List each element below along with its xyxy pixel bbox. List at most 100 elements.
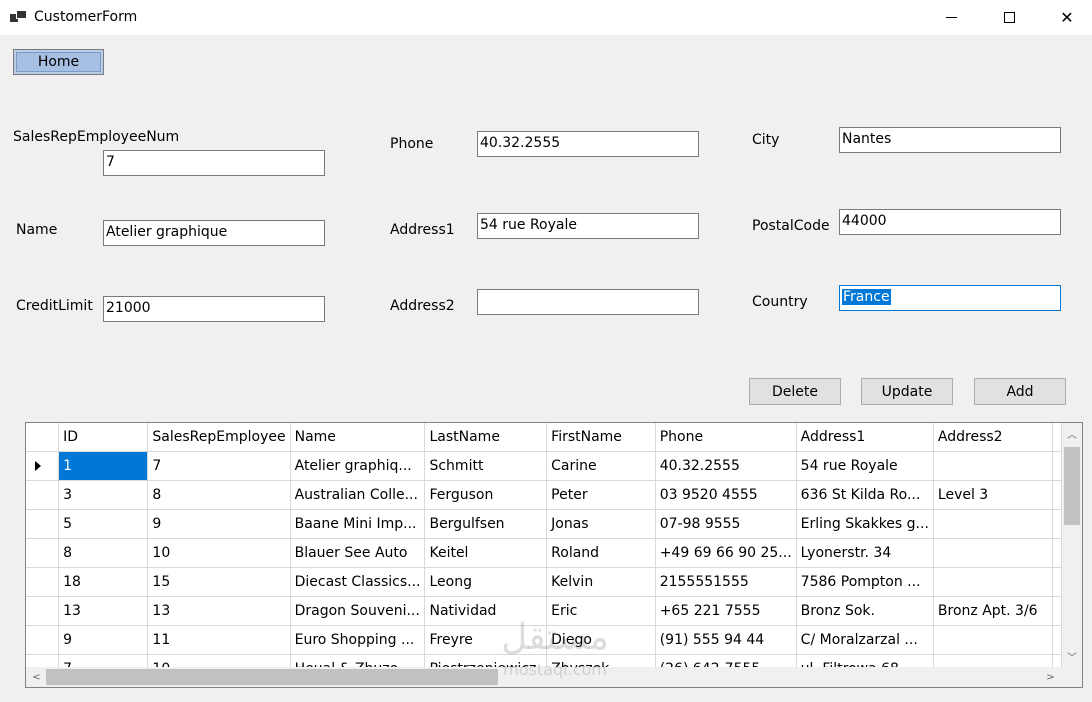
vertical-scroll-thumb[interactable] bbox=[1064, 447, 1080, 525]
name-field[interactable]: Atelier graphique bbox=[103, 220, 325, 246]
table-cell[interactable]: Diego bbox=[546, 625, 656, 655]
table-cell[interactable]: Baane Mini Imp... bbox=[290, 509, 426, 539]
table-cell[interactable]: 10 bbox=[147, 654, 291, 667]
column-header[interactable]: Address2 bbox=[933, 423, 1054, 452]
table-cell[interactable]: 8 bbox=[58, 538, 149, 568]
row-header[interactable] bbox=[26, 596, 60, 626]
scroll-right-icon[interactable]: > bbox=[1042, 667, 1059, 687]
country-field[interactable]: France bbox=[839, 285, 1061, 311]
table-cell[interactable] bbox=[933, 538, 1054, 568]
table-row[interactable]: 18 15 Diecast Classics... Leong Kelvin 215555… bbox=[26, 567, 1062, 597]
table-cell[interactable]: 8 bbox=[147, 480, 291, 510]
table-cell[interactable]: 3 bbox=[58, 480, 149, 510]
table-cell[interactable]: Atelier graphiq... bbox=[290, 451, 426, 481]
table-cell[interactable]: Diecast Classics... bbox=[290, 567, 426, 597]
vertical-scrollbar[interactable]: ︿ ﹀ bbox=[1062, 423, 1082, 667]
table-cell[interactable]: Lyonerstr. 34 bbox=[796, 538, 934, 568]
column-header[interactable]: Name bbox=[290, 423, 426, 452]
table-cell[interactable]: 9 bbox=[147, 509, 291, 539]
table-cell[interactable]: 636 St Kilda Ro... bbox=[796, 480, 934, 510]
table-cell[interactable]: 9 bbox=[58, 625, 149, 655]
column-header[interactable]: Address1 bbox=[796, 423, 934, 452]
table-cell[interactable]: Euro Shopping ... bbox=[290, 625, 426, 655]
phone-field[interactable]: 40.32.2555 bbox=[477, 131, 699, 157]
row-header[interactable] bbox=[26, 509, 60, 539]
table-cell[interactable]: Eric bbox=[546, 596, 656, 626]
address2-field[interactable] bbox=[477, 289, 699, 315]
table-cell[interactable]: 7 bbox=[58, 654, 149, 667]
table-cell[interactable]: C/ Moralzarzal ... bbox=[796, 625, 934, 655]
table-cell[interactable]: 2155551555 bbox=[655, 567, 797, 597]
table-cell[interactable]: Schmitt bbox=[424, 451, 548, 481]
table-cell[interactable]: 54 rue Royale bbox=[796, 451, 934, 481]
add-button[interactable]: Add bbox=[974, 378, 1066, 405]
table-cell[interactable] bbox=[933, 625, 1054, 655]
row-header[interactable] bbox=[26, 654, 60, 667]
customers-grid[interactable]: ID SalesRepEmployee Name LastName FirstName P… bbox=[25, 422, 1083, 688]
row-header[interactable] bbox=[26, 567, 60, 597]
home-button[interactable]: Home bbox=[13, 49, 104, 75]
table-cell[interactable]: Peter bbox=[546, 480, 656, 510]
table-cell[interactable]: 11 bbox=[147, 625, 291, 655]
scroll-down-icon[interactable]: ﹀ bbox=[1062, 648, 1082, 665]
update-button[interactable]: Update bbox=[861, 378, 953, 405]
sales-rep-field[interactable]: 7 bbox=[103, 150, 325, 176]
column-header[interactable]: SalesRepEmployee bbox=[147, 423, 291, 452]
table-cell[interactable]: Bergulfsen bbox=[424, 509, 548, 539]
table-cell[interactable]: Carine bbox=[546, 451, 656, 481]
horizontal-scroll-thumb[interactable] bbox=[46, 669, 498, 685]
table-cell[interactable]: Bronz Sok. bbox=[796, 596, 934, 626]
column-header[interactable]: LastName bbox=[424, 423, 548, 452]
scroll-up-icon[interactable]: ︿ bbox=[1062, 425, 1082, 442]
table-cell[interactable]: Zbyszek bbox=[546, 654, 656, 667]
postal-code-field[interactable]: 44000 bbox=[839, 209, 1061, 235]
row-header[interactable] bbox=[26, 625, 60, 655]
table-cell[interactable]: 1 bbox=[58, 451, 149, 481]
table-cell[interactable]: Keitel bbox=[424, 538, 548, 568]
row-header[interactable] bbox=[26, 538, 60, 568]
table-cell[interactable]: Roland bbox=[546, 538, 656, 568]
table-row[interactable]: 3 8 Australian Colle... Ferguson Peter 03 952… bbox=[26, 480, 1062, 510]
table-cell[interactable]: Piestrzeniewicz bbox=[424, 654, 548, 667]
table-cell[interactable]: Leong bbox=[424, 567, 548, 597]
table-cell[interactable]: +65 221 7555 bbox=[655, 596, 797, 626]
delete-button[interactable]: Delete bbox=[749, 378, 841, 405]
table-cell[interactable]: Jonas bbox=[546, 509, 656, 539]
table-row[interactable]: 1 7 Atelier graphiq... Schmitt Carine 40.32.2… bbox=[26, 451, 1062, 481]
scroll-left-icon[interactable]: < bbox=[28, 667, 45, 687]
horizontal-scrollbar[interactable]: < > bbox=[26, 667, 1062, 687]
table-cell[interactable]: 03 9520 4555 bbox=[655, 480, 797, 510]
table-cell[interactable]: Dragon Souveni... bbox=[290, 596, 426, 626]
table-cell[interactable]: Freyre bbox=[424, 625, 548, 655]
table-row[interactable]: 13 13 Dragon Souveni... Natividad Eric +65 22… bbox=[26, 596, 1062, 626]
table-cell[interactable]: +49 69 66 90 25... bbox=[655, 538, 797, 568]
table-cell[interactable]: 5 bbox=[58, 509, 149, 539]
table-row[interactable]: 8 10 Blauer See Auto Keitel Roland +49 69 66 … bbox=[26, 538, 1062, 568]
table-cell[interactable]: 07-98 9555 bbox=[655, 509, 797, 539]
table-cell[interactable]: (26) 642-7555 bbox=[655, 654, 797, 667]
table-cell[interactable]: 7586 Pompton ... bbox=[796, 567, 934, 597]
table-cell[interactable]: 10 bbox=[147, 538, 291, 568]
table-row[interactable]: 710Heual & Zhuzo...PiestrzeniewiczZbysze… bbox=[26, 654, 1062, 667]
table-cell[interactable]: 13 bbox=[147, 596, 291, 626]
table-cell[interactable]: Erling Skakkes g... bbox=[796, 509, 934, 539]
column-header[interactable]: FirstName bbox=[546, 423, 656, 452]
table-cell[interactable]: Ferguson bbox=[424, 480, 548, 510]
close-button[interactable]: ✕ bbox=[1038, 0, 1092, 35]
table-cell[interactable]: 18 bbox=[58, 567, 149, 597]
minimize-button[interactable] bbox=[922, 0, 980, 35]
table-cell[interactable] bbox=[933, 567, 1054, 597]
table-cell[interactable]: (91) 555 94 44 bbox=[655, 625, 797, 655]
row-header[interactable] bbox=[26, 451, 60, 481]
table-cell[interactable] bbox=[933, 451, 1054, 481]
maximize-button[interactable] bbox=[980, 0, 1038, 35]
table-cell[interactable]: 7 bbox=[147, 451, 291, 481]
credit-limit-field[interactable]: 21000 bbox=[103, 296, 325, 322]
column-header[interactable]: Phone bbox=[655, 423, 797, 452]
table-cell[interactable]: Natividad bbox=[424, 596, 548, 626]
table-cell[interactable]: 40.32.2555 bbox=[655, 451, 797, 481]
table-cell[interactable] bbox=[933, 509, 1054, 539]
table-cell[interactable]: Blauer See Auto bbox=[290, 538, 426, 568]
table-cell[interactable]: Heual & Zhuzo... bbox=[290, 654, 426, 667]
table-cell[interactable]: Level 3 bbox=[933, 480, 1054, 510]
